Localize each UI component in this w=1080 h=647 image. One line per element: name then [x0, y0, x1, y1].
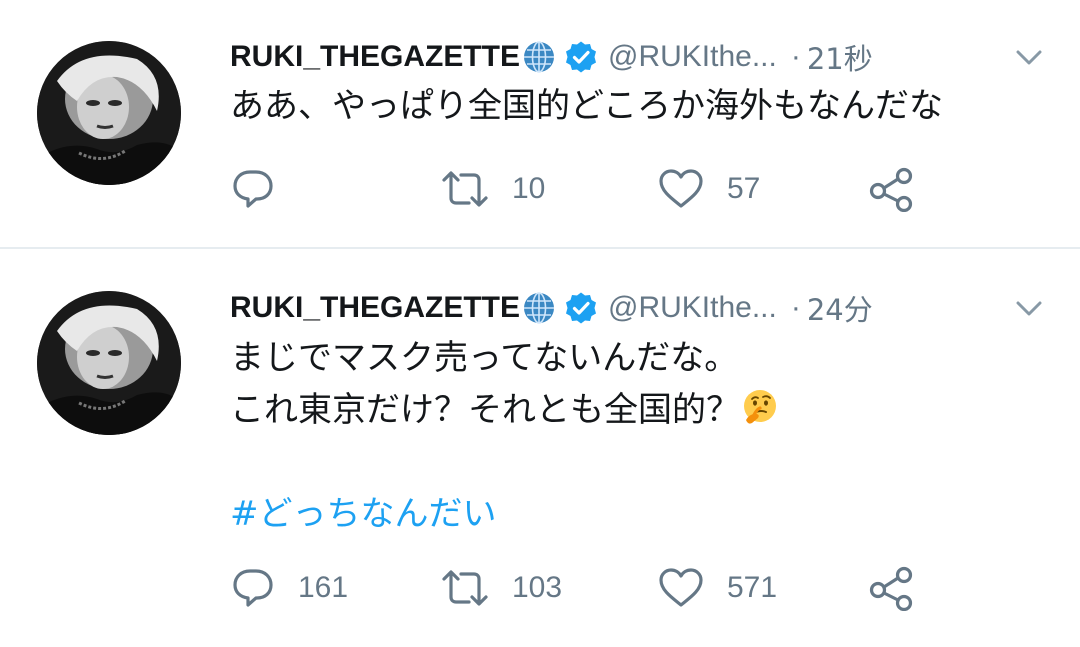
tweet-timestamp[interactable]: 21秒 [807, 36, 873, 78]
like-button[interactable]: 571 [657, 563, 777, 613]
user-handle[interactable]: @RUKIthe... [608, 291, 777, 325]
retweet-count: 103 [512, 571, 563, 604]
tweet-text: まじでマスク売ってないんだな。 これ東京だけ？それとも全国的？ #どっちなんだい [230, 332, 780, 540]
retweet-icon [442, 171, 488, 207]
display-name[interactable]: RUKI_THEGAZETTE [230, 291, 520, 325]
tweet[interactable]: RUKI_THEGAZETTE @RUKIthe... · 24分 まじでマスク… [0, 249, 1080, 647]
reply-button[interactable]: 161 [230, 563, 348, 613]
like-count: 57 [727, 172, 761, 205]
hashtag-link[interactable]: #どっちなんだい [230, 488, 780, 540]
heart-icon [659, 568, 703, 607]
separator-dot: · [790, 291, 801, 324]
retweet-button[interactable]: 10 [440, 164, 545, 214]
share-button[interactable] [866, 164, 916, 214]
verified-badge-icon [566, 292, 597, 324]
display-name[interactable]: RUKI_THEGAZETTE [230, 40, 520, 74]
reply-count: 161 [298, 571, 349, 604]
verified-badge-icon [566, 41, 597, 73]
share-icon [869, 566, 913, 611]
tweet-header: RUKI_THEGAZETTE @RUKIthe... · 24分 [230, 286, 873, 330]
reply-icon [233, 170, 273, 208]
retweet-button[interactable]: 103 [440, 563, 562, 613]
tweet-text: ああ、やっぱり全国的どころか海外もなんだな [230, 80, 943, 132]
share-button[interactable] [866, 563, 916, 613]
reply-icon [233, 569, 273, 607]
thinking-face-emoji-icon [744, 390, 776, 424]
retweet-count: 10 [512, 172, 546, 205]
like-count: 571 [727, 571, 778, 604]
avatar[interactable] [37, 291, 181, 435]
heart-icon [659, 169, 703, 208]
reply-button[interactable] [230, 164, 298, 214]
globe-emoji-icon [524, 41, 555, 73]
separator-dot: · [790, 40, 801, 73]
tweet[interactable]: RUKI_THEGAZETTE @RUKIthe... · 21秒 ああ、やっぱ… [0, 0, 1080, 247]
tweet-header: RUKI_THEGAZETTE @RUKIthe... · 21秒 [230, 35, 873, 79]
like-button[interactable]: 57 [657, 164, 760, 214]
chevron-down-icon[interactable] [1014, 299, 1044, 319]
tweet-text-line: まじでマスク売ってないんだな。 [230, 338, 739, 378]
tweet-text-line: ああ、やっぱり全国的どころか海外もなんだな [230, 86, 943, 126]
user-handle[interactable]: @RUKIthe... [608, 40, 777, 74]
retweet-icon [442, 570, 488, 606]
share-icon [869, 167, 913, 212]
avatar[interactable] [37, 41, 181, 185]
tweet-timestamp[interactable]: 24分 [807, 287, 873, 329]
globe-emoji-icon [524, 292, 555, 324]
tweet-text-line: これ東京だけ？それとも全国的？ [230, 390, 740, 430]
tweet-actions: 10 57 [230, 164, 950, 214]
tweet-text-line-with-emoji: これ東京だけ？それとも全国的？ [230, 384, 780, 436]
chevron-down-icon[interactable] [1014, 48, 1044, 68]
tweet-actions: 161 103 571 [230, 563, 950, 613]
